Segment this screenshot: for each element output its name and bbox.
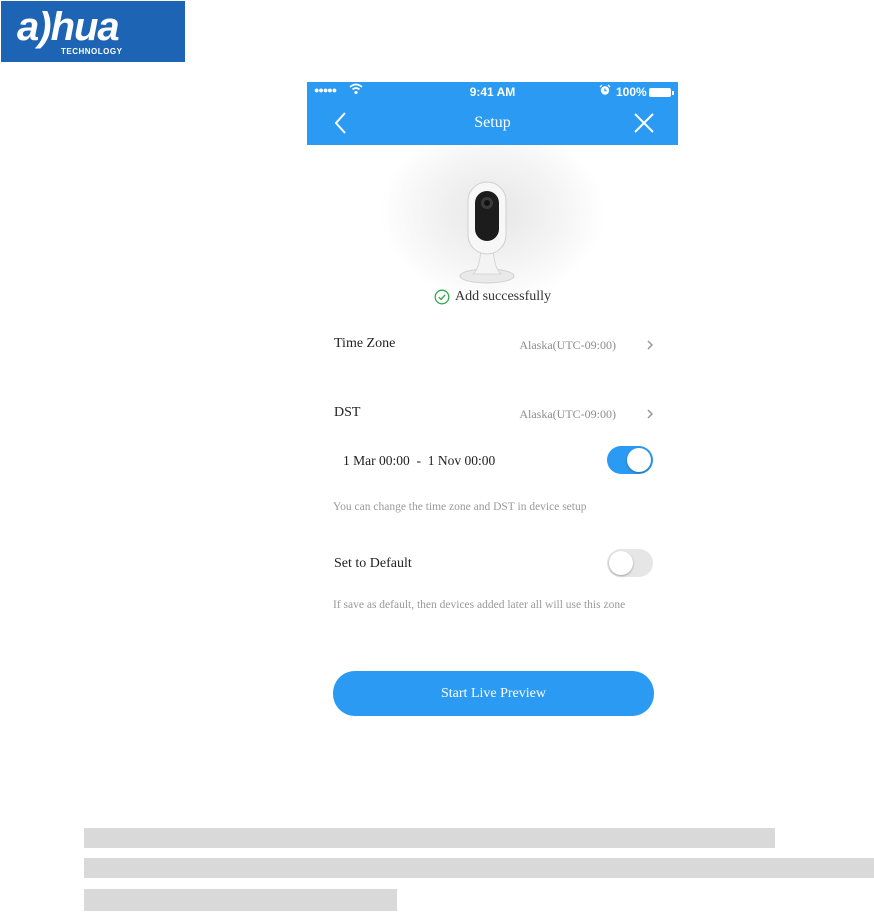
redacted-line (84, 828, 775, 848)
battery-icon (649, 88, 674, 97)
page-title: Setup (474, 114, 511, 131)
app-header: ●●●●● 9:41 AM 100% Setup (307, 82, 678, 145)
dahua-logo: a)hua TECHNOLOGY (1, 1, 185, 62)
time-zone-chevron-icon[interactable] (645, 338, 655, 352)
navbar: Setup (307, 102, 678, 145)
dst-hint: You can change the time zone and DST in … (333, 501, 587, 513)
check-circle-icon (434, 289, 450, 305)
phone-screen: ●●●●● 9:41 AM 100% Setup Add successfull… (307, 82, 678, 742)
redacted-line (84, 858, 874, 878)
close-icon[interactable] (633, 112, 655, 134)
success-text: Add successfully (454, 288, 552, 304)
dst-range: 1 Mar 00:00 - 1 Nov 00:00 (343, 453, 496, 468)
logo-subtitle: TECHNOLOGY (61, 47, 123, 56)
dst-chevron-icon[interactable] (645, 407, 655, 421)
alarm-icon (599, 84, 611, 99)
dst-label: DST (334, 405, 361, 420)
dst-toggle[interactable] (607, 446, 653, 474)
set-default-toggle[interactable] (607, 549, 653, 577)
time-zone-value[interactable]: Alaska(UTC-09:00) (519, 338, 616, 353)
battery-percent: 100% (616, 85, 647, 99)
dst-value[interactable]: Alaska(UTC-09:00) (519, 407, 616, 422)
default-hint: If save as default, then devices added l… (333, 599, 626, 611)
start-live-preview-button[interactable]: Start Live Preview (333, 671, 654, 716)
camera-image (447, 178, 527, 288)
logo-brand: a)hua (17, 5, 120, 49)
status-bar: ●●●●● 9:41 AM 100% (307, 82, 678, 102)
redacted-line (84, 889, 397, 911)
toggle-knob (627, 448, 651, 472)
time-zone-label: Time Zone (334, 336, 396, 351)
toggle-knob (609, 551, 633, 575)
success-message: Add successfully (307, 288, 678, 310)
set-default-label: Set to Default (334, 556, 412, 571)
